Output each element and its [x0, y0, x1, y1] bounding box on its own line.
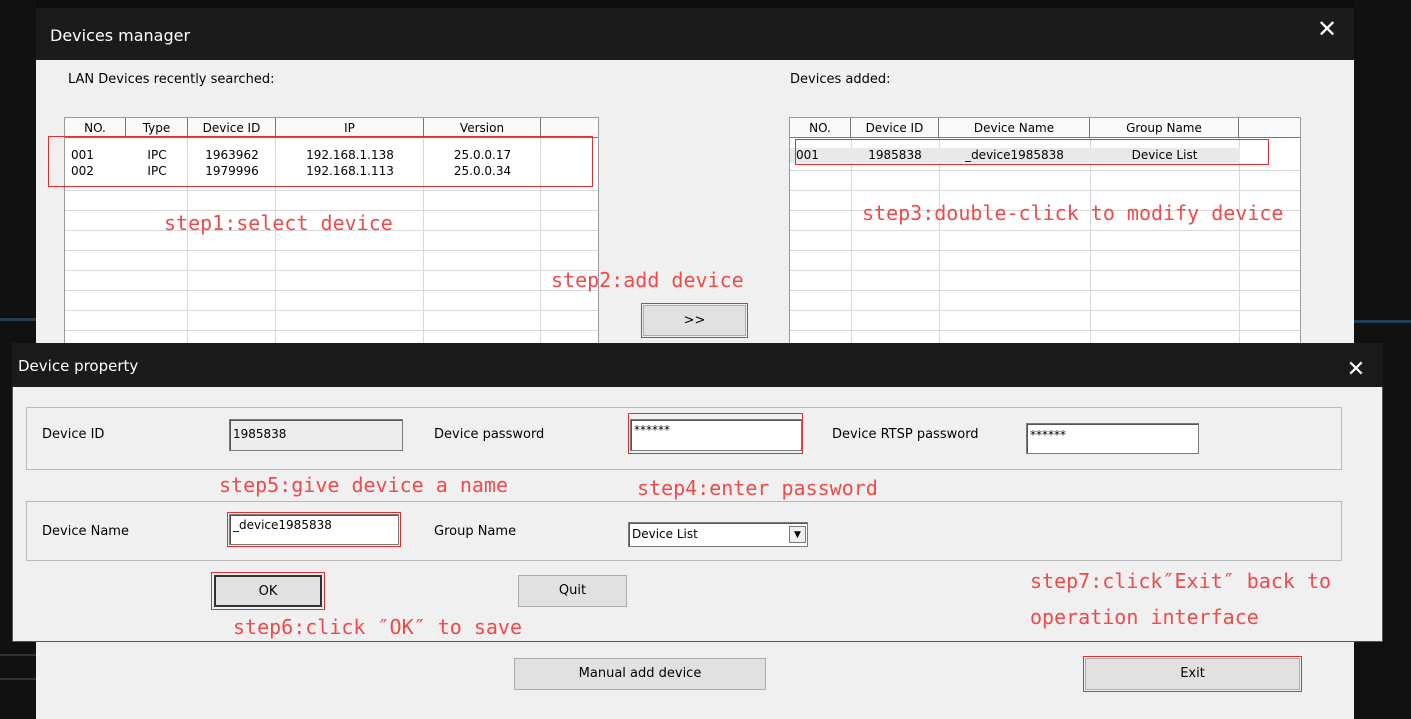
column-header[interactable]: Type [126, 118, 188, 138]
column-header[interactable]: Device ID [851, 118, 939, 138]
device-id-field[interactable]: 1985838 [229, 419, 403, 451]
background-divider [0, 654, 36, 656]
group-name-select[interactable]: Device List [628, 522, 808, 547]
annotation-step7-line1: step7:click″Exit″ back to [1030, 569, 1332, 593]
column-header[interactable]: Device ID [188, 118, 276, 138]
close-icon[interactable]: ✕ [1312, 14, 1342, 44]
highlight-add-button [641, 303, 748, 338]
device-property-title: Device property [18, 357, 139, 375]
table-header: NO. Device ID Device Name Group Name [790, 118, 1300, 138]
device-name-label: Device Name [42, 524, 129, 539]
device-property-titlebar[interactable] [12, 343, 1383, 387]
group-name-label: Group Name [434, 524, 517, 539]
annotation-step4: step4:enter password [637, 476, 878, 500]
highlight-device-name [227, 512, 401, 547]
devices-manager-title: Devices manager [50, 26, 191, 45]
annotation-step2: step2:add device [551, 268, 744, 292]
annotation-step5: step5:give device a name [219, 473, 508, 497]
background-accent-bar [1354, 320, 1411, 323]
background-divider [0, 678, 36, 680]
rtsp-password-label: Device RTSP password [832, 427, 979, 442]
column-header[interactable]: Version [424, 118, 541, 138]
highlight-added-row [795, 139, 1269, 165]
manual-add-device-button[interactable]: Manual add device [514, 658, 766, 690]
devices-added-label: Devices added: [790, 72, 891, 87]
highlight-lan-rows [48, 136, 593, 187]
group-name-value: Device List [632, 527, 698, 541]
column-header[interactable]: NO. [790, 118, 851, 138]
highlight-ok-button [211, 572, 325, 610]
chevron-down-icon[interactable]: ▼ [789, 526, 806, 543]
column-header[interactable]: NO. [65, 118, 126, 138]
quit-button[interactable]: Quit [518, 575, 627, 607]
annotation-step3: step3:double-click to modify device [862, 201, 1284, 225]
annotation-step7-line2: operation interface [1030, 605, 1259, 629]
background-accent-bar [0, 318, 36, 321]
table-header: NO. Type Device ID IP Version [65, 118, 598, 138]
annotation-step6: step6:click ″OK″ to save [233, 615, 522, 639]
column-header [1239, 118, 1300, 138]
column-header[interactable]: Device Name [939, 118, 1090, 138]
device-id-label: Device ID [42, 427, 105, 442]
annotation-step1: step1:select device [164, 211, 393, 235]
column-header[interactable]: IP [276, 118, 424, 138]
devices-manager-titlebar[interactable] [36, 8, 1354, 60]
lan-devices-label: LAN Devices recently searched: [68, 72, 275, 87]
column-header [541, 118, 598, 138]
close-icon[interactable]: ✕ [1342, 356, 1370, 384]
highlight-device-password [628, 413, 803, 454]
rtsp-password-field[interactable]: ****** [1026, 423, 1199, 454]
device-password-label: Device password [434, 427, 545, 442]
highlight-exit-button [1083, 656, 1302, 692]
column-header[interactable]: Group Name [1090, 118, 1239, 138]
